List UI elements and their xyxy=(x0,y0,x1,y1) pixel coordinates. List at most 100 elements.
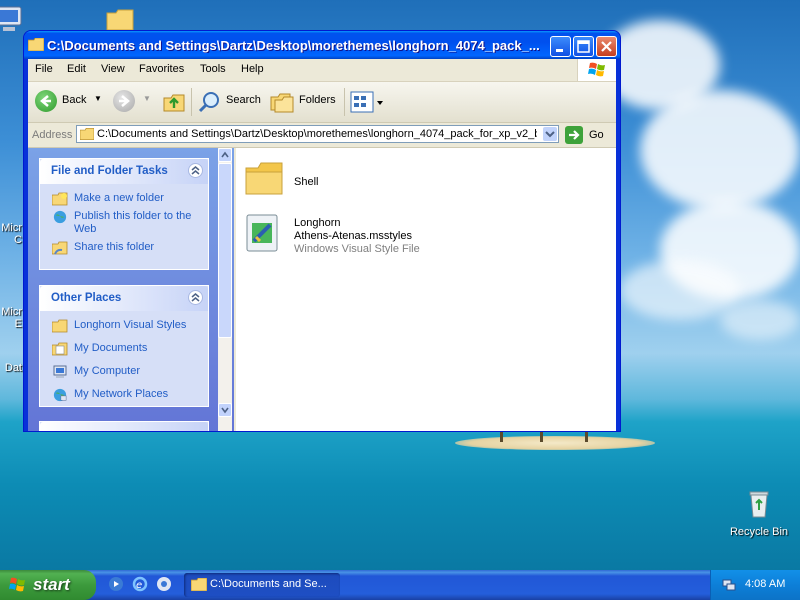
minimize-button[interactable] xyxy=(550,36,571,57)
go-button[interactable]: Go xyxy=(565,126,604,147)
back-label[interactable]: Back xyxy=(62,94,86,106)
menu-favorites[interactable]: Favorites xyxy=(139,63,184,75)
details-panel-partial xyxy=(39,421,209,431)
maximize-button[interactable] xyxy=(573,36,594,57)
place-longhorn-visual-styles[interactable]: Longhorn Visual Styles xyxy=(40,316,208,339)
system-tray: 4:08 AM xyxy=(710,570,800,600)
go-arrow-icon xyxy=(565,126,583,144)
file-item-shell-folder[interactable]: Shell xyxy=(244,160,444,200)
desktop-icon-label: Micr E xyxy=(1,306,22,330)
taskbar-window-button[interactable]: C:\Documents and Se... xyxy=(184,573,340,597)
double-chevron-up-icon xyxy=(191,293,200,302)
address-dropdown-button[interactable] xyxy=(543,127,557,141)
address-value: C:\Documents and Settings\Dartz\Desktop\… xyxy=(97,128,537,140)
file-item-msstyles[interactable]: Longhorn Athens-Atenas.msstyles Windows … xyxy=(244,213,504,263)
desktop-icon-micr-1[interactable]: Micr C xyxy=(0,198,22,270)
task-make-new-folder[interactable]: Make a new folder xyxy=(40,189,208,207)
media-player-icon[interactable] xyxy=(108,576,124,592)
taskbar-window-label: C:\Documents and Se... xyxy=(210,578,327,590)
desktop-icon-recycle-bin[interactable]: Recycle Bin xyxy=(724,488,794,538)
computer-icon xyxy=(53,365,67,378)
folders-icon[interactable] xyxy=(270,91,294,113)
start-button[interactable]: start xyxy=(0,570,96,600)
network-tray-icon[interactable] xyxy=(721,577,737,593)
msstyles-icon xyxy=(246,214,278,252)
new-folder-icon xyxy=(52,192,68,206)
scroll-up-button[interactable] xyxy=(218,148,232,162)
panel-header[interactable]: File and Folder Tasks xyxy=(40,159,208,184)
windows-flag-icon xyxy=(588,62,605,77)
cloud xyxy=(640,90,800,210)
chevron-down-icon xyxy=(545,131,555,138)
back-arrow-icon xyxy=(40,95,51,107)
menu-view[interactable]: View xyxy=(101,63,125,75)
scroll-thumb[interactable] xyxy=(218,163,232,338)
task-label: Publish this folder to the Web xyxy=(74,210,192,235)
desktop-icon-dat[interactable]: Dat xyxy=(0,362,22,374)
internet-explorer-icon[interactable]: e xyxy=(132,576,148,592)
taskbar: start e C:\Documents and Se... 4:08 AM xyxy=(0,570,800,600)
network-icon xyxy=(53,388,67,402)
windows-logo xyxy=(577,59,616,81)
file-list: Shell Longhorn Athens-Atenas.msstyles Wi… xyxy=(236,148,616,431)
search-button[interactable]: Search xyxy=(226,94,261,106)
menu-help[interactable]: Help xyxy=(241,63,264,75)
close-button[interactable] xyxy=(596,36,617,57)
chevron-down-icon[interactable]: ▼ xyxy=(94,94,102,103)
file-folder-tasks-panel: File and Folder Tasks Make a new folder … xyxy=(39,158,209,270)
place-label: Longhorn Visual Styles xyxy=(74,319,187,331)
explorer-window: C:\Documents and Settings\Dartz\Desktop\… xyxy=(24,31,620,431)
svg-text:e: e xyxy=(136,580,142,591)
place-my-network-places[interactable]: My Network Places xyxy=(40,385,208,403)
other-places-panel: Other Places Longhorn Visual Styles My D… xyxy=(39,285,209,407)
task-share-folder[interactable]: Share this folder xyxy=(40,238,208,256)
show-desktop-icon[interactable] xyxy=(156,576,172,592)
views-button[interactable] xyxy=(350,91,384,113)
start-label: start xyxy=(33,575,70,594)
toolbar: Back ▼ ▼ Search Folders xyxy=(28,82,616,123)
go-label: Go xyxy=(589,129,604,141)
cloud xyxy=(620,260,740,320)
folder-icon xyxy=(245,162,283,195)
address-input[interactable]: C:\Documents and Settings\Dartz\Desktop\… xyxy=(76,125,559,143)
share-icon xyxy=(52,241,68,255)
clock[interactable]: 4:08 AM xyxy=(745,578,785,590)
place-label: My Computer xyxy=(74,365,141,377)
back-button[interactable] xyxy=(35,90,57,112)
panel-header[interactable] xyxy=(40,422,208,431)
desktop-icon-label: Recycle Bin xyxy=(729,526,789,538)
task-publish-folder-web[interactable]: Publish this folder to the Web xyxy=(40,207,208,238)
menu-tools[interactable]: Tools xyxy=(200,63,226,75)
collapse-button[interactable] xyxy=(188,163,203,178)
task-pane-scrollbar[interactable] xyxy=(218,148,232,431)
panel-header[interactable]: Other Places xyxy=(40,286,208,311)
island xyxy=(455,436,655,450)
address-label: Address xyxy=(32,129,73,141)
folder-icon xyxy=(28,38,44,51)
place-my-documents[interactable]: My Documents xyxy=(40,339,208,362)
menu-edit[interactable]: Edit xyxy=(67,63,86,75)
chevron-down-icon xyxy=(221,407,229,414)
forward-button[interactable] xyxy=(113,90,135,112)
close-icon xyxy=(601,41,612,52)
scroll-down-button[interactable] xyxy=(218,403,232,417)
search-icon[interactable] xyxy=(198,90,222,114)
collapse-button[interactable] xyxy=(188,290,203,305)
menu-bar: File Edit View Favorites Tools Help xyxy=(28,59,616,82)
menu-file[interactable]: File xyxy=(35,63,53,75)
panel-title: Other Places xyxy=(51,292,122,304)
place-label: My Network Places xyxy=(74,388,169,400)
place-my-computer[interactable]: My Computer xyxy=(40,362,208,385)
recycle-bin-icon xyxy=(749,491,769,518)
folders-button[interactable]: Folders xyxy=(299,94,336,106)
palm-tree xyxy=(585,432,588,442)
desktop-icon-label: Dat xyxy=(4,362,22,374)
desktop-icon-micr-2[interactable]: Micr E xyxy=(0,282,22,354)
task-label: Make a new folder xyxy=(74,192,164,204)
up-folder-button[interactable] xyxy=(162,90,186,114)
globe-icon xyxy=(53,210,67,224)
task-label: Share this folder xyxy=(74,241,155,253)
chevron-down-icon[interactable]: ▼ xyxy=(143,94,151,103)
windows-flag-icon xyxy=(9,577,25,592)
title-bar[interactable]: C:\Documents and Settings\Dartz\Desktop\… xyxy=(24,31,620,59)
